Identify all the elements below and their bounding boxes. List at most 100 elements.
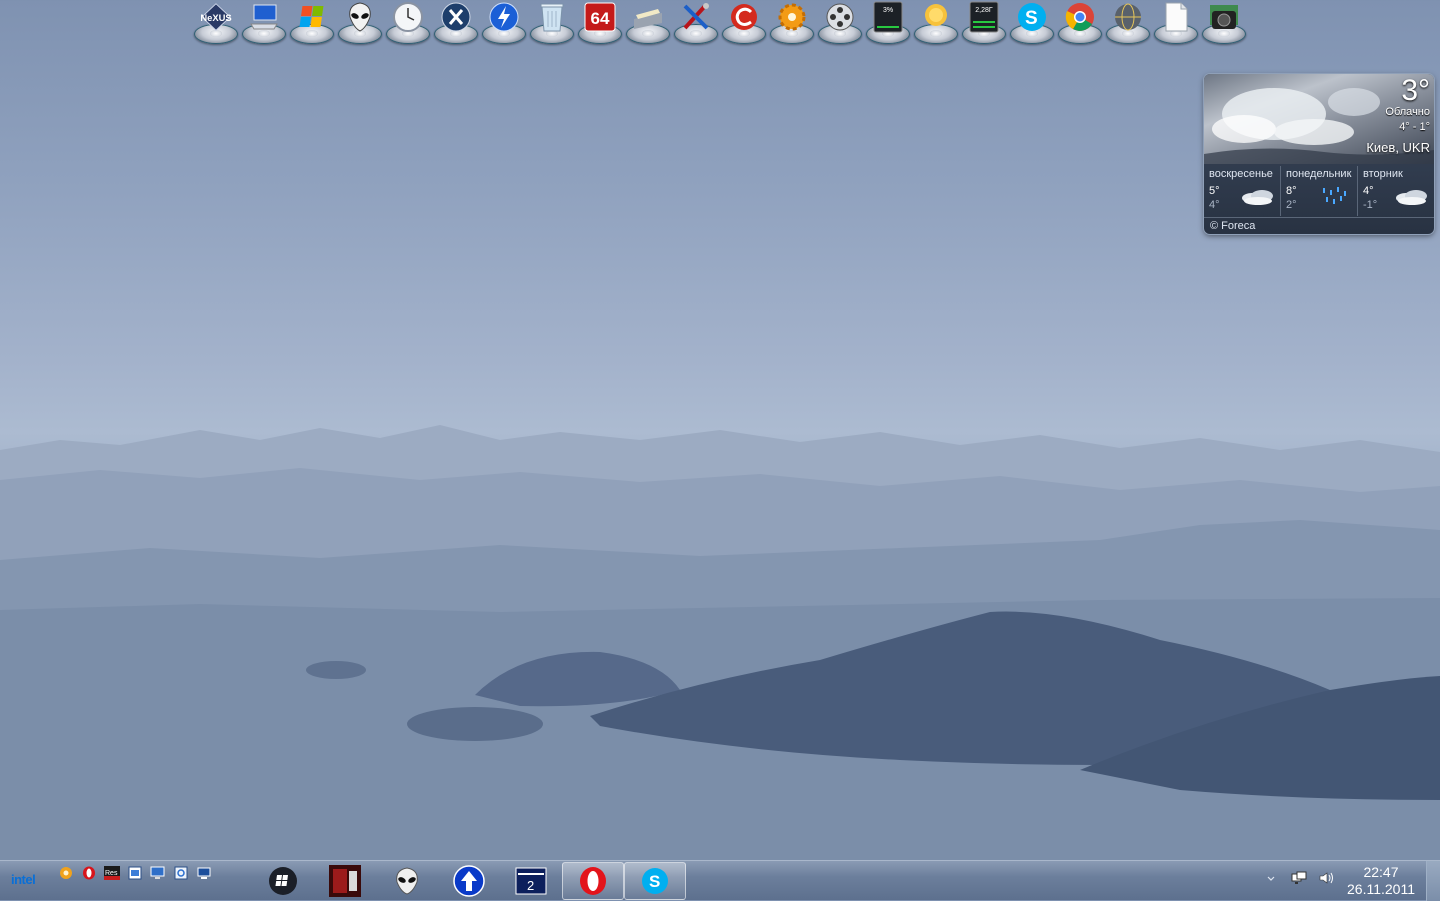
system-tray xyxy=(1262,869,1336,887)
cloud-icon xyxy=(1242,190,1273,205)
lightning-icon xyxy=(488,1,520,33)
game-app-button[interactable] xyxy=(314,862,376,900)
dock-item[interactable]: 2,28Г xyxy=(960,0,1008,48)
dock-item[interactable] xyxy=(720,0,768,48)
weather-gadget[interactable]: 3° Облачно 4° - 1° Киев, UKR воскресенье… xyxy=(1204,74,1434,234)
pinned-apps: 2 S xyxy=(252,862,686,900)
weather-city[interactable]: Киев, UKR xyxy=(1366,140,1430,155)
temperature-range: 4° - 1° xyxy=(1399,121,1430,133)
alien-app-button[interactable] xyxy=(376,862,438,900)
settings-gear-icon xyxy=(776,1,808,33)
cpu-meter-label: 3% xyxy=(883,7,893,14)
windows-logo-icon xyxy=(269,867,297,895)
opera-icon[interactable] xyxy=(80,864,97,881)
network-app-button[interactable]: 2 xyxy=(500,862,562,900)
globe-icon xyxy=(1112,1,1144,33)
svg-text:Res: Res xyxy=(105,870,118,877)
forecast-day-name: вторник xyxy=(1363,168,1403,180)
dock-item[interactable] xyxy=(288,0,336,48)
intel-logo[interactable]: intel xyxy=(11,872,36,887)
forecast-day: понедельник 8° 2° xyxy=(1281,166,1358,216)
rain-icon xyxy=(1323,187,1346,204)
skype-icon: S xyxy=(1016,1,1048,33)
skype-icon: S xyxy=(642,868,668,894)
nexus-dock-icon: NeXUS xyxy=(200,1,232,33)
dock-item[interactable] xyxy=(1056,0,1104,48)
windows-icon xyxy=(296,1,328,33)
forecast-days: воскресенье 5° 4° понедельник 8° 2° втор… xyxy=(1204,166,1434,216)
computer-icon xyxy=(248,1,280,33)
forecast-day-name: воскресенье xyxy=(1209,168,1273,180)
dock-item[interactable] xyxy=(336,0,384,48)
forecast-day-name: понедельник xyxy=(1286,168,1352,180)
dock-item[interactable] xyxy=(1104,0,1152,48)
network-icon[interactable] xyxy=(172,864,189,881)
dock-item[interactable] xyxy=(1200,0,1248,48)
dock-item[interactable] xyxy=(1152,0,1200,48)
dock-item[interactable] xyxy=(912,0,960,48)
cpu-meter-icon: 3% xyxy=(872,1,904,33)
weather-credit[interactable]: © Foreca xyxy=(1204,217,1434,234)
skype-app-button[interactable]: S xyxy=(624,862,686,900)
dock-item[interactable] xyxy=(624,0,672,48)
svg-text:2: 2 xyxy=(527,878,534,893)
chevron-up-icon[interactable] xyxy=(1262,869,1280,887)
camera-icon xyxy=(1208,1,1240,33)
game-icon xyxy=(329,865,361,897)
tools-icon xyxy=(680,1,712,33)
nexus-label: NeXUS xyxy=(200,12,231,23)
document-icon xyxy=(1160,1,1192,33)
current-temperature: 3° xyxy=(1401,74,1430,107)
volume-icon[interactable] xyxy=(1318,869,1336,887)
dock-item[interactable]: 64 xyxy=(576,0,624,48)
dock-item[interactable] xyxy=(480,0,528,48)
dock-item[interactable] xyxy=(768,0,816,48)
aida64-icon: 64 xyxy=(584,1,616,33)
start-orb-button[interactable] xyxy=(252,862,314,900)
clock-time: 22:47 xyxy=(1363,864,1399,880)
dock-item[interactable] xyxy=(240,0,288,48)
monitor-icon[interactable] xyxy=(149,864,166,881)
show-desktop-button[interactable] xyxy=(1426,861,1440,901)
window-icon[interactable] xyxy=(126,864,143,881)
opera-app-button[interactable] xyxy=(562,862,624,900)
network-status-icon[interactable] xyxy=(1290,869,1308,887)
forecast-day: вторник 4° -1° xyxy=(1358,166,1434,216)
quick-launch-bar: Res xyxy=(57,864,212,881)
desktop-icon[interactable] xyxy=(195,864,212,881)
dock-item[interactable] xyxy=(384,0,432,48)
dock-item[interactable]: S xyxy=(1008,0,1056,48)
clock-icon xyxy=(392,1,424,33)
dock-item[interactable]: NeXUS xyxy=(192,0,240,48)
upload-arrow-icon xyxy=(453,865,485,897)
dock-item[interactable] xyxy=(432,0,480,48)
taskbar-clock[interactable]: 22:47 26.11.2011 xyxy=(1340,864,1422,898)
weather-sun-icon xyxy=(920,1,952,33)
dock-item[interactable] xyxy=(528,0,576,48)
film-reel-icon xyxy=(824,1,856,33)
dock-item[interactable] xyxy=(816,0,864,48)
x-icon xyxy=(440,1,472,33)
memory-meter-icon: 2,28Г xyxy=(968,1,1000,33)
opera-icon xyxy=(580,867,606,895)
svg-text:S: S xyxy=(649,872,660,891)
scanner-icon xyxy=(632,1,664,33)
aida64-label: 64 xyxy=(591,9,610,28)
gear-icon[interactable] xyxy=(57,864,74,881)
alien-icon xyxy=(396,867,418,895)
clock-date: 26.11.2011 xyxy=(1347,881,1415,897)
dock-bar: NeXUS 64 3% 2,28Г S xyxy=(192,0,1248,48)
dock-item[interactable]: 3% xyxy=(864,0,912,48)
res-icon[interactable]: Res xyxy=(103,864,120,881)
ccleaner-icon xyxy=(728,1,760,33)
memory-meter-label: 2,28Г xyxy=(975,7,993,14)
alien-icon xyxy=(344,1,376,33)
weather-condition: Облачно xyxy=(1385,106,1430,118)
dock-item[interactable] xyxy=(672,0,720,48)
forecast-day: воскресенье 5° 4° xyxy=(1204,166,1281,216)
network-tool-icon: 2 xyxy=(515,867,547,895)
svg-text:S: S xyxy=(1025,8,1038,29)
chrome-icon xyxy=(1064,1,1096,33)
recycle-bin-icon xyxy=(536,1,568,33)
upload-app-button[interactable] xyxy=(438,862,500,900)
